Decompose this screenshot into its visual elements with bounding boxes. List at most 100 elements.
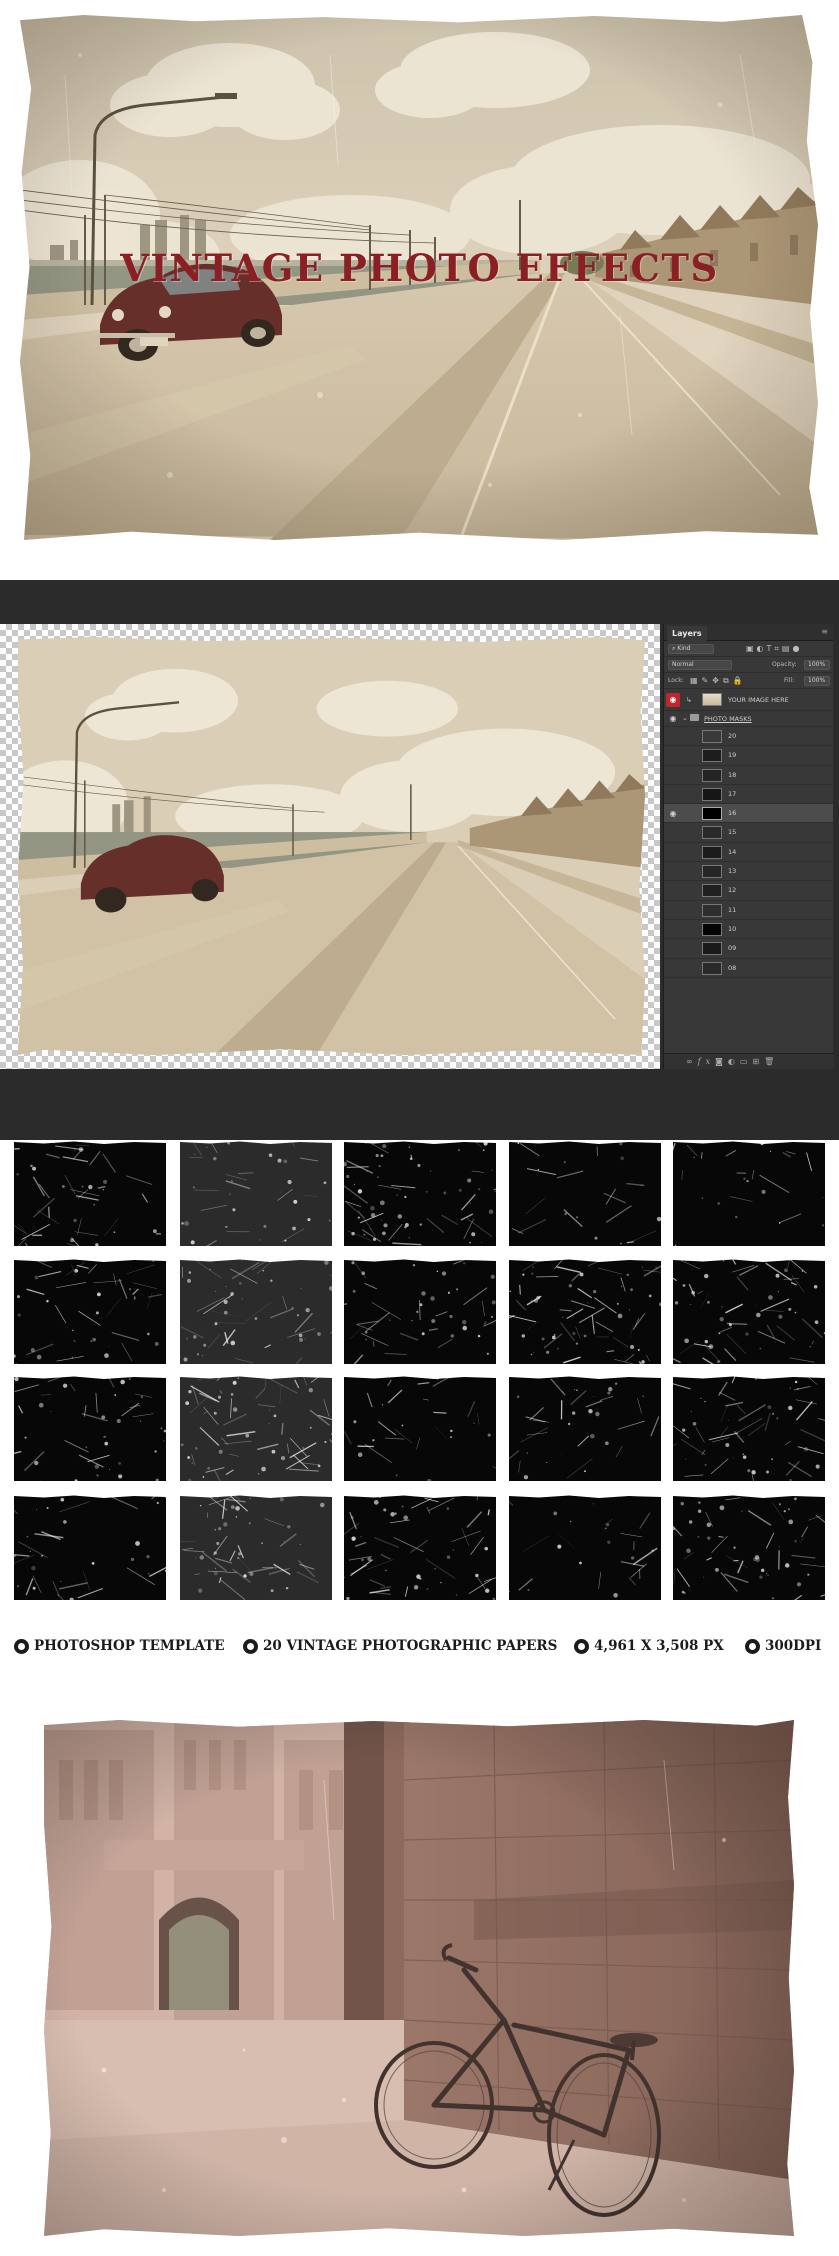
layer-row[interactable]: 20	[664, 727, 833, 747]
lock-icons[interactable]: ▦✎✥⧉🔒	[690, 676, 747, 686]
blend-row: Normal Opacity: 100%	[664, 657, 833, 673]
feature-item: 20 VINTAGE PHOTOGRAPHIC PAPERS	[243, 1635, 557, 1657]
layer-group-row[interactable]: ◉ ⌄ PHOTO MASKS	[664, 711, 833, 727]
layer-row[interactable]: 19	[664, 746, 833, 766]
opacity-input[interactable]: 100%	[804, 660, 830, 670]
paper-texture-tile	[14, 1375, 166, 1481]
layer-thumbnail	[702, 807, 722, 821]
bullet-icon	[745, 1639, 760, 1654]
layer-row-selected[interactable]: ◉ 16	[664, 804, 833, 824]
visibility-eye-icon[interactable]	[668, 964, 678, 973]
paper-texture-tile	[180, 1494, 332, 1600]
filter-kind-select[interactable]: ⌕ Kind	[668, 644, 714, 654]
layer-name: YOUR IMAGE HERE	[728, 696, 789, 704]
new-layer-icon[interactable]: ⊞	[752, 1057, 764, 1066]
visibility-eye-icon[interactable]	[668, 906, 678, 915]
layer-thumbnail	[702, 787, 722, 801]
bullet-icon	[243, 1639, 258, 1654]
paper-texture-graphic	[344, 1258, 496, 1364]
layer-thumbnail	[702, 884, 722, 898]
paper-texture-tile	[14, 1258, 166, 1364]
layer-name: 14	[728, 847, 737, 856]
paper-texture-graphic	[180, 1494, 332, 1600]
paper-texture-graphic	[14, 1375, 166, 1481]
visibility-eye-icon[interactable]	[668, 751, 678, 760]
layers-panel: Layers ≡ ⌕ Kind ▣◐T⌗▤● Normal Opacity: 1…	[663, 624, 834, 1069]
feature-item: 4,961 X 3,508 PX	[574, 1635, 724, 1657]
paper-texture-graphic	[509, 1258, 661, 1364]
layer-row[interactable]: 09	[664, 939, 833, 959]
feature-list: PHOTOSHOP TEMPLATE 20 VINTAGE PHOTOGRAPH…	[0, 1635, 839, 1657]
visibility-eye-icon[interactable]	[668, 925, 678, 934]
paper-texture-tile	[509, 1375, 661, 1481]
visibility-eye-icon[interactable]	[668, 867, 678, 876]
visibility-eye-icon[interactable]: ◉	[668, 809, 678, 818]
panel-menu-icon[interactable]: ≡	[821, 627, 828, 636]
paper-texture-tile	[344, 1494, 496, 1600]
layer-name: 09	[728, 944, 737, 953]
vintage-road-scene-illustration	[18, 637, 645, 1055]
visibility-eye-icon[interactable]	[668, 828, 678, 837]
layer-row[interactable]: 17	[664, 785, 833, 805]
fill-input[interactable]: 100%	[804, 676, 830, 686]
blend-mode-select[interactable]: Normal	[668, 660, 732, 670]
feature-item: PHOTOSHOP TEMPLATE	[14, 1635, 225, 1657]
folder-icon	[690, 714, 699, 721]
paper-texture-tile	[673, 1494, 825, 1600]
visibility-eye-icon[interactable]: ◉	[666, 693, 680, 707]
filter-type-icons[interactable]: ▣◐T⌗▤●	[746, 644, 802, 654]
layer-row[interactable]: 08	[664, 959, 833, 978]
layer-row[interactable]: 14	[664, 843, 833, 863]
opacity-label: Opacity:	[772, 661, 797, 668]
link-layers-icon[interactable]: ∞	[686, 1057, 698, 1066]
layer-row[interactable]: 10	[664, 920, 833, 940]
hero-title: VINTAGE PHOTO EFFECTS	[120, 246, 719, 290]
layers-panel-footer: ∞fx◙◐▭⊞🗑	[664, 1053, 834, 1069]
paper-texture-graphic	[180, 1375, 332, 1481]
layer-row[interactable]: 13	[664, 862, 833, 882]
layer-thumbnail	[702, 826, 722, 840]
layer-name: PHOTO MASKS	[704, 715, 752, 723]
adjustment-layer-icon[interactable]: ◐	[728, 1057, 740, 1066]
paper-texture-graphic	[673, 1494, 825, 1600]
paper-texture-graphic	[673, 1140, 825, 1246]
lock-row: Lock: ▦✎✥⧉🔒 Fill: 100%	[664, 673, 833, 689]
visibility-eye-icon[interactable]	[668, 771, 678, 780]
layer-list: ◉ ↳ YOUR IMAGE HERE ◉ ⌄ PHOTO MASKS 20 1…	[664, 689, 833, 978]
visibility-eye-icon[interactable]	[668, 790, 678, 799]
layer-thumbnail	[702, 730, 722, 743]
bullet-icon	[14, 1639, 29, 1654]
paper-texture-graphic	[14, 1140, 166, 1246]
layer-thumbnail	[702, 845, 722, 859]
layer-row[interactable]: 15	[664, 823, 833, 843]
paper-texture-tile	[673, 1375, 825, 1481]
layers-tab[interactable]: Layers	[667, 626, 707, 641]
layer-thumbnail	[702, 961, 722, 975]
paper-texture-tile	[180, 1375, 332, 1481]
visibility-eye-icon[interactable]	[668, 886, 678, 895]
add-mask-icon[interactable]: ◙	[715, 1057, 728, 1066]
paper-texture-graphic	[509, 1494, 661, 1600]
layer-name: 18	[728, 770, 737, 779]
trash-icon[interactable]: 🗑	[764, 1057, 779, 1066]
photoshop-mockup-section: Layers ≡ ⌕ Kind ▣◐T⌗▤● Normal Opacity: 1…	[0, 580, 839, 1140]
layer-row[interactable]: 18	[664, 766, 833, 785]
paper-texture-tile	[344, 1140, 496, 1246]
paper-texture-tile	[344, 1375, 496, 1481]
layer-row[interactable]: 11	[664, 901, 833, 920]
visibility-eye-icon[interactable]: ◉	[668, 714, 678, 723]
photoshop-canvas[interactable]	[0, 624, 660, 1069]
chevron-down-icon[interactable]: ⌄	[682, 714, 688, 722]
fx-icon[interactable]: fx	[698, 1057, 715, 1066]
new-group-icon[interactable]: ▭	[740, 1057, 753, 1066]
layer-name: 08	[728, 963, 737, 972]
visibility-eye-icon[interactable]	[668, 944, 678, 953]
paper-texture-graphic	[180, 1140, 332, 1246]
layer-row[interactable]: 12	[664, 881, 833, 901]
visibility-eye-icon[interactable]	[668, 848, 678, 857]
visibility-eye-icon[interactable]	[668, 732, 678, 741]
layer-name: 17	[728, 789, 737, 798]
paper-texture-tile	[14, 1140, 166, 1246]
filter-row: ⌕ Kind ▣◐T⌗▤●	[664, 641, 833, 657]
layer-row[interactable]: ◉ ↳ YOUR IMAGE HERE	[664, 689, 833, 711]
